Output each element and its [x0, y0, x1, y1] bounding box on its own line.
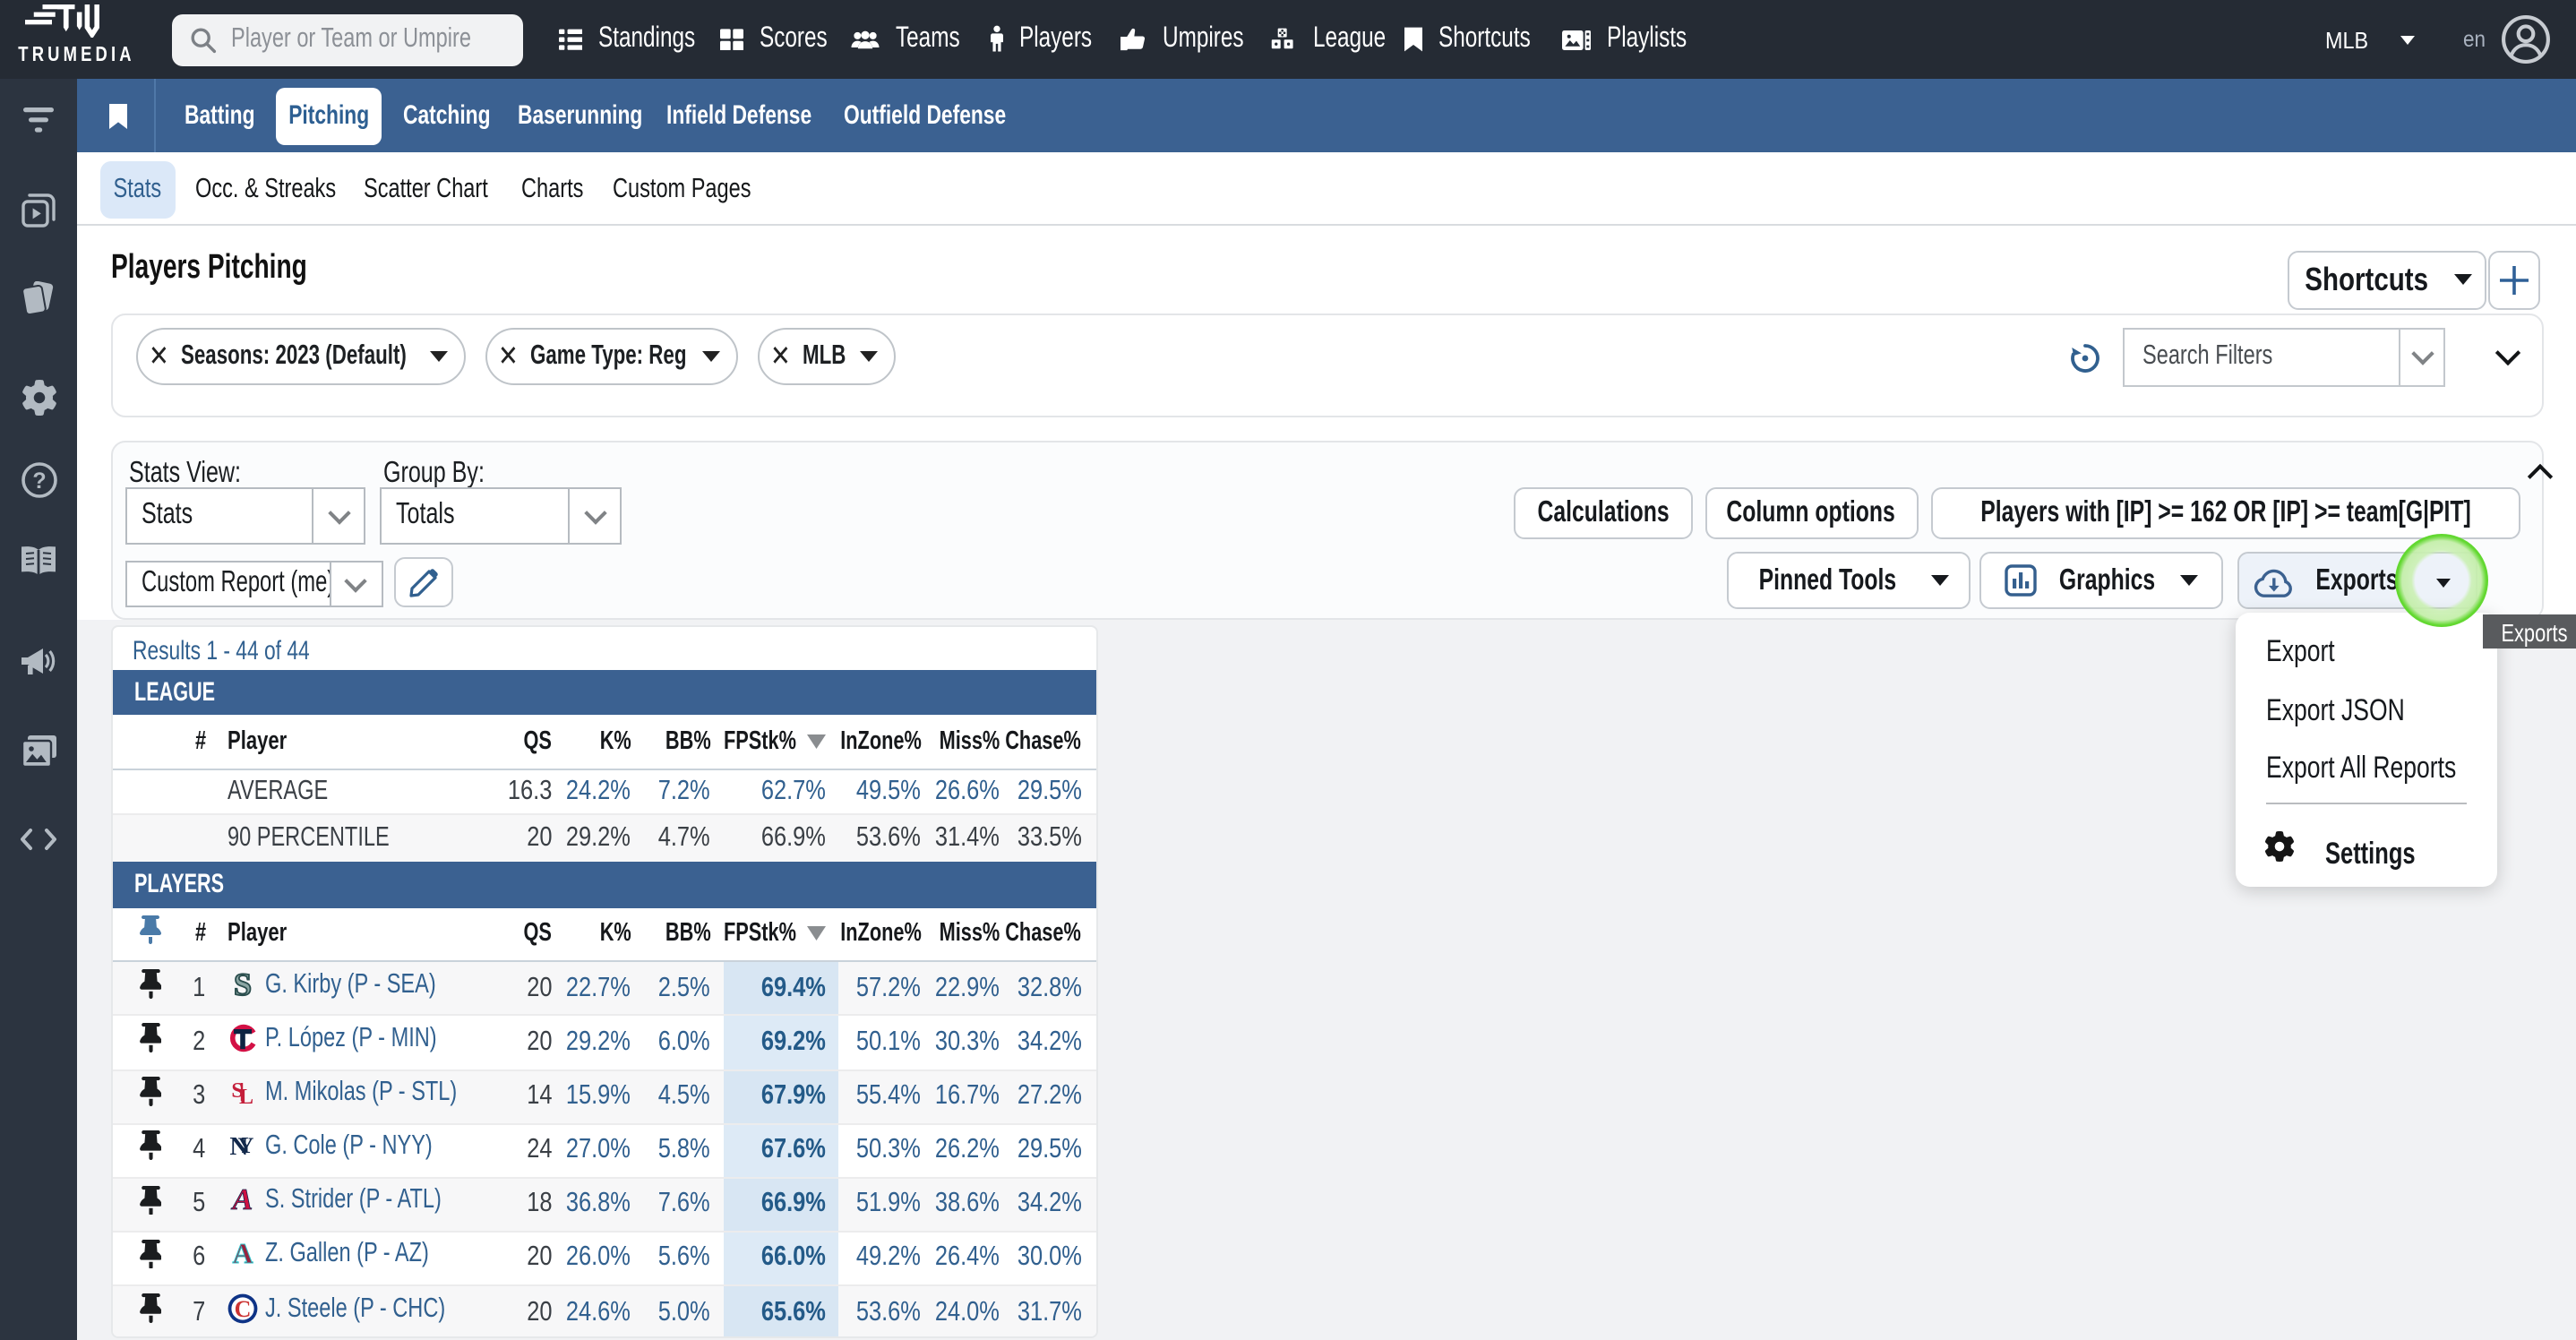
- svg-text:Y: Y: [237, 1134, 253, 1158]
- svg-text:?: ?: [32, 468, 46, 494]
- svg-text:A: A: [231, 1185, 253, 1215]
- svg-text:C: C: [235, 1296, 252, 1322]
- svg-text:A: A: [233, 1239, 253, 1269]
- svg-text:S: S: [234, 969, 252, 1000]
